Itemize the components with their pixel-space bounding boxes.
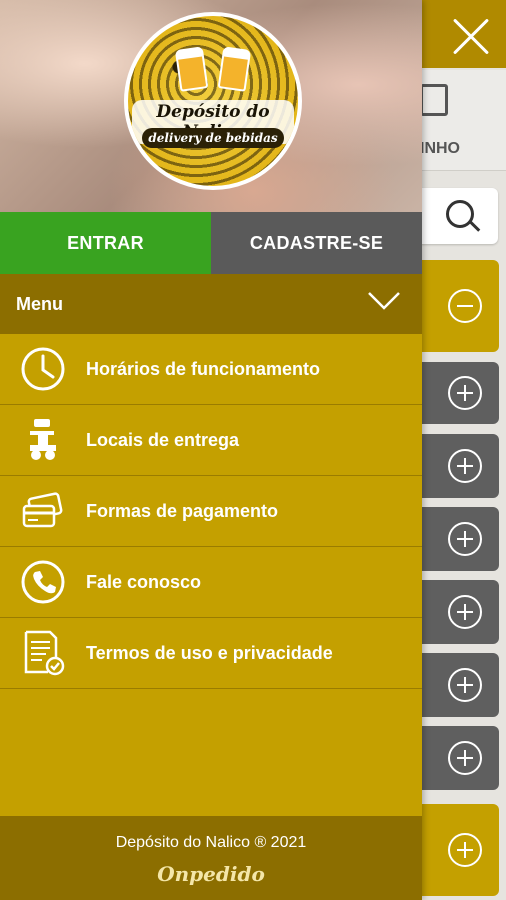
platform-brand[interactable]: Onpedido <box>0 862 422 886</box>
menu-item-terms[interactable]: Termos de uso e privacidade <box>0 618 422 689</box>
menu-item-delivery-areas[interactable]: Locais de entrega <box>0 405 422 476</box>
credit-cards-icon <box>22 492 63 528</box>
drawer-footer: Depósito do Nalico ® 2021 Onpedido <box>0 816 422 900</box>
menu-item-label: Fale conosco <box>86 571 202 592</box>
signup-button[interactable]: CADASTRE-SE <box>211 212 422 274</box>
store-logo: Depósito do Nalico delivery de bebidas <box>124 12 302 190</box>
plus-circle-icon[interactable] <box>448 833 482 867</box>
menu-item-label: Horários de funcionamento <box>86 358 321 379</box>
menu-item-label: Termos de uso e privacidade <box>86 642 333 663</box>
menu-item-hours[interactable]: Horários de funcionamento <box>0 334 422 405</box>
plus-circle-icon[interactable] <box>448 595 482 629</box>
plus-circle-icon[interactable] <box>448 668 482 702</box>
chevron-down-icon[interactable] <box>368 292 400 310</box>
menu-title: Menu <box>16 294 63 314</box>
plus-circle-icon[interactable] <box>448 522 482 556</box>
plus-circle-icon[interactable] <box>448 449 482 483</box>
beer-mug-icon <box>217 52 251 92</box>
menu-item-contact[interactable]: Fale conosco <box>0 547 422 618</box>
minus-circle-icon[interactable] <box>448 289 482 323</box>
menu-list: Horários de funcionamento Locais de entr… <box>0 334 422 689</box>
side-drawer: Depósito do Nalico delivery de bebidas E… <box>0 0 422 900</box>
menu-item-payment-methods[interactable]: Formas de pagamento <box>0 476 422 547</box>
document-check-icon <box>24 630 65 676</box>
beer-mug-icon <box>175 52 209 92</box>
hero-image: Depósito do Nalico delivery de bebidas <box>0 0 422 212</box>
scooter-icon <box>30 419 56 460</box>
search-icon <box>446 200 474 228</box>
plus-circle-icon[interactable] <box>448 376 482 410</box>
logo-subtitle: delivery de bebidas <box>142 128 284 148</box>
clock-icon <box>21 347 65 391</box>
menu-item-label: Formas de pagamento <box>86 500 279 521</box>
plus-circle-icon[interactable] <box>448 741 482 775</box>
close-icon[interactable] <box>443 10 499 66</box>
cart-icon <box>420 84 448 116</box>
copyright-text: Depósito do Nalico ® 2021 <box>115 834 307 851</box>
phone-icon <box>21 560 65 604</box>
menu-item-label: Locais de entrega <box>86 429 240 450</box>
cart-label: INHO <box>420 140 460 157</box>
menu-header[interactable]: Menu <box>0 274 422 334</box>
login-button[interactable]: ENTRAR <box>0 212 211 274</box>
